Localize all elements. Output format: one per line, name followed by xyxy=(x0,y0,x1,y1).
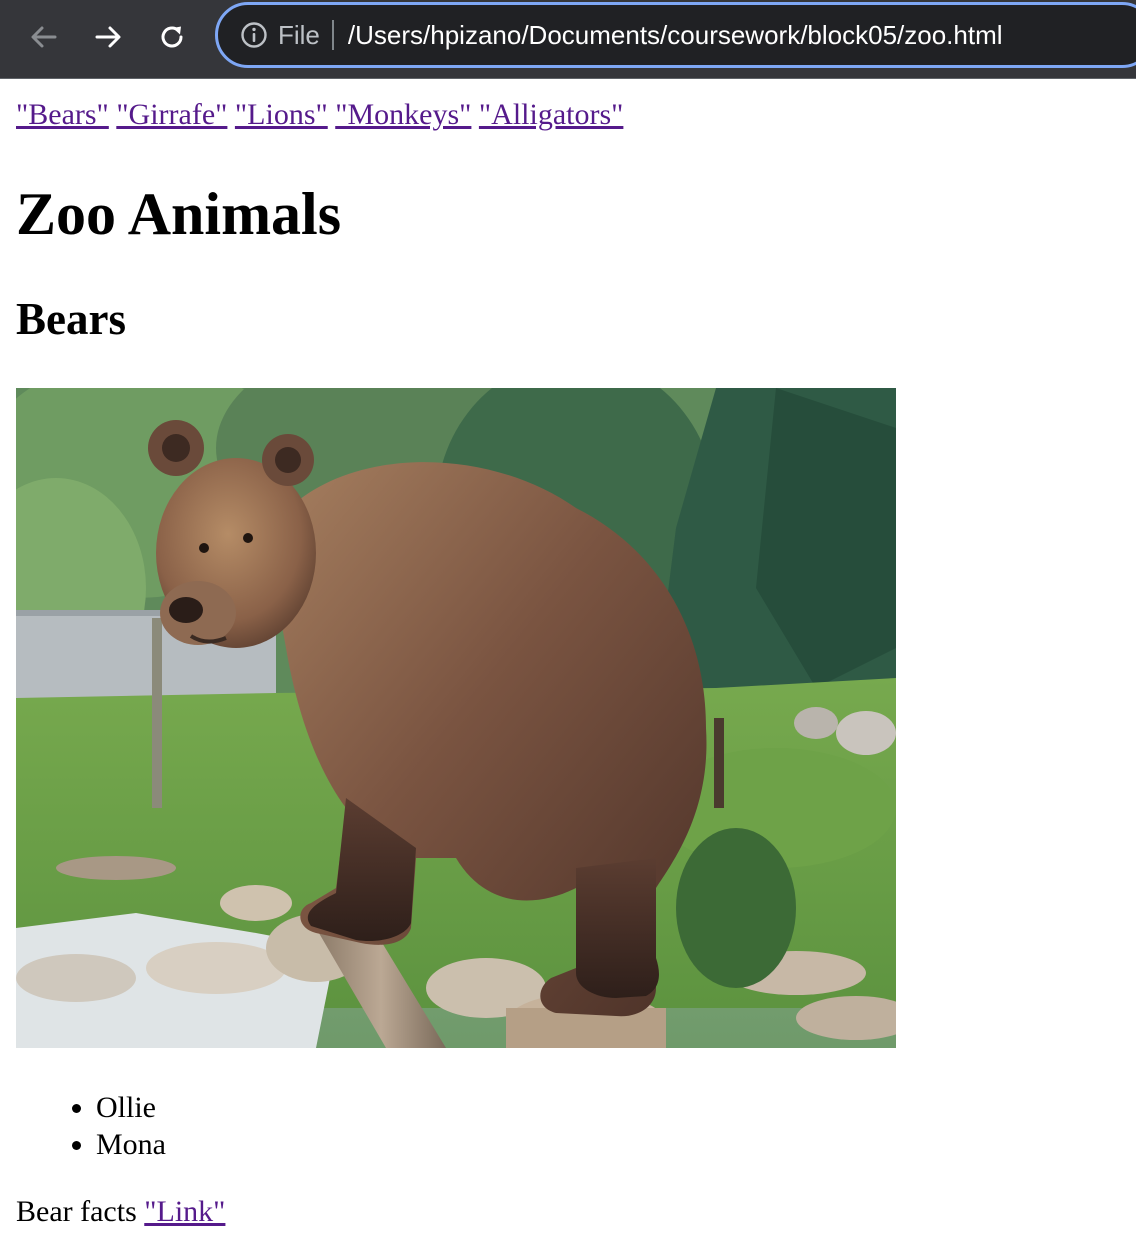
forward-button[interactable] xyxy=(88,17,128,57)
omnibox-divider xyxy=(331,20,334,50)
nav-link-alligators[interactable]: "Alligators" xyxy=(479,98,623,131)
browser-toolbar: File /Users/hpizano/Documents/coursework… xyxy=(0,0,1136,79)
file-scheme-label: File xyxy=(278,19,320,50)
url-text[interactable]: /Users/hpizano/Documents/coursework/bloc… xyxy=(348,20,1003,51)
bear-photo xyxy=(16,388,896,1048)
reload-icon xyxy=(161,26,183,48)
reload-button[interactable] xyxy=(152,17,192,57)
arrow-left-icon xyxy=(31,26,57,48)
bear-facts-line: Bear facts "Link" xyxy=(16,1194,225,1230)
nav-link-lions[interactable]: "Lions" xyxy=(235,98,328,131)
nav-link-girrafe[interactable]: "Girrafe" xyxy=(116,98,227,131)
bear-name-list: Ollie Mona xyxy=(16,1089,166,1163)
section-heading-bears: Bears xyxy=(16,294,126,344)
nav-link-bears[interactable]: "Bears" xyxy=(16,98,109,131)
info-icon[interactable] xyxy=(240,21,268,49)
address-bar[interactable]: File /Users/hpizano/Documents/coursework… xyxy=(215,2,1136,68)
bear-facts-link[interactable]: "Link" xyxy=(144,1195,225,1228)
list-item: Mona xyxy=(96,1126,166,1163)
bear-facts-label: Bear facts xyxy=(16,1195,137,1228)
animal-nav: "Bears" "Girrafe" "Lions" "Monkeys" "All… xyxy=(16,97,623,133)
page-title: Zoo Animals xyxy=(16,181,342,247)
arrow-right-icon xyxy=(95,26,121,48)
list-item: Ollie xyxy=(96,1089,166,1126)
nav-link-monkeys[interactable]: "Monkeys" xyxy=(335,98,471,131)
back-button[interactable] xyxy=(24,17,64,57)
